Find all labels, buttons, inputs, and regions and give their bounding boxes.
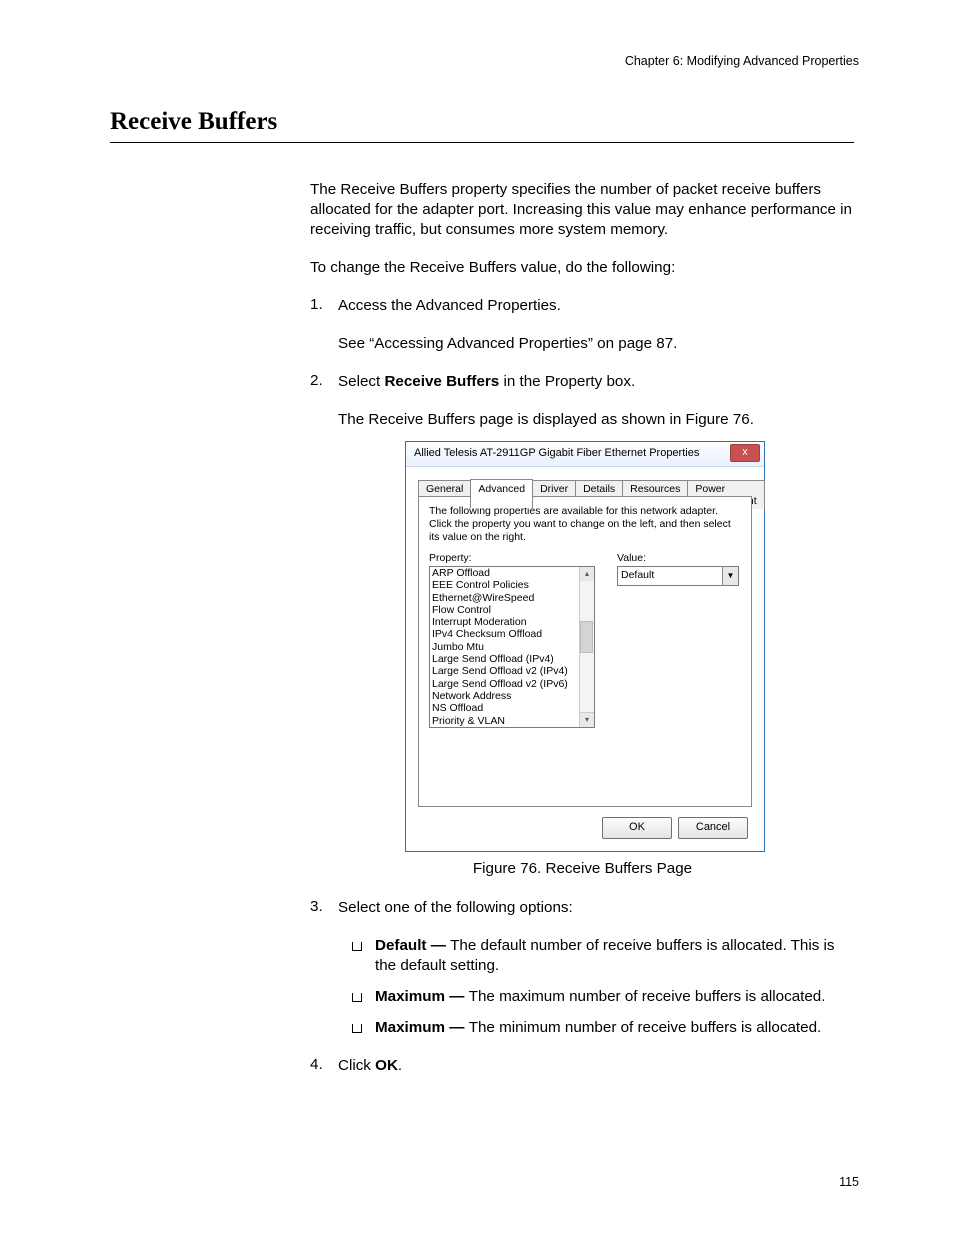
step2-number: 2. (310, 372, 323, 389)
dialog-panel: The following properties are available f… (418, 496, 752, 807)
list-item[interactable]: Large Send Offload v2 (IPv4) (430, 665, 594, 677)
list-item[interactable]: Jumbo Mtu (430, 641, 594, 653)
bullet-icon (352, 989, 362, 1006)
bullet-icon (352, 938, 362, 955)
list-item[interactable]: Ethernet@WireSpeed (430, 592, 594, 604)
dialog-title: Allied Telesis AT-2911GP Gigabit Fiber E… (414, 447, 699, 459)
value-text: Default (621, 569, 654, 581)
step4-text: Click OK. (338, 1056, 855, 1076)
steps-intro: To change the Receive Buffers value, do … (310, 258, 855, 278)
step1-number: 1. (310, 296, 323, 313)
step3-number: 3. (310, 898, 323, 915)
chapter-header: Chapter 6: Modifying Advanced Properties (625, 54, 859, 68)
intro-paragraph: The Receive Buffers property specifies t… (310, 180, 855, 240)
list-item[interactable]: Flow Control (430, 604, 594, 616)
list-item[interactable]: Priority & VLAN (430, 715, 594, 727)
step4-number: 4. (310, 1056, 323, 1073)
option-maximum: Maximum — The maximum number of receive … (375, 987, 855, 1007)
option-minimum: Maximum — The minimum number of receive … (375, 1018, 855, 1038)
list-item[interactable]: Interrupt Moderation (430, 616, 594, 628)
section-rule (110, 142, 854, 143)
cancel-button[interactable]: Cancel (678, 817, 748, 839)
list-item[interactable]: ARP Offload (430, 567, 594, 579)
property-listbox[interactable]: ARP OffloadEEE Control PoliciesEthernet@… (429, 566, 595, 728)
scroll-down-button[interactable]: ▾ (579, 712, 594, 727)
list-item[interactable]: EEE Control Policies (430, 579, 594, 591)
properties-dialog: Allied Telesis AT-2911GP Gigabit Fiber E… (405, 441, 765, 852)
page-number: 115 (839, 1175, 859, 1189)
step1-text: Access the Advanced Properties. (338, 296, 855, 316)
list-item[interactable]: Large Send Offload v2 (IPv6) (430, 678, 594, 690)
bullet-icon (352, 1020, 362, 1037)
ok-button[interactable]: OK (602, 817, 672, 839)
close-button[interactable]: x (730, 444, 760, 462)
scroll-track[interactable] (579, 581, 594, 713)
list-item[interactable]: IPv4 Checksum Offload (430, 628, 594, 640)
figure-caption: Figure 76. Receive Buffers Page (310, 860, 855, 877)
list-item[interactable]: Large Send Offload (IPv4) (430, 653, 594, 665)
value-combobox[interactable]: Default ▼ (617, 566, 739, 586)
section-title: Receive Buffers (110, 108, 277, 136)
step2-text: Select Receive Buffers in the Property b… (338, 372, 855, 392)
list-item[interactable]: NS Offload (430, 702, 594, 714)
option-default: Default — The default number of receive … (375, 936, 855, 976)
scroll-thumb[interactable] (580, 621, 593, 653)
chevron-down-icon[interactable]: ▼ (722, 567, 738, 585)
step1-sub: See “Accessing Advanced Properties” on p… (338, 334, 855, 354)
scroll-up-button[interactable]: ▴ (579, 567, 594, 582)
value-label: Value: (617, 552, 646, 564)
list-item[interactable]: Receive Buffers (430, 727, 594, 728)
property-label: Property: (429, 552, 472, 564)
tab-advanced[interactable]: Advanced (470, 479, 533, 508)
dialog-description: The following properties are available f… (429, 505, 741, 544)
step2-sub: The Receive Buffers page is displayed as… (338, 410, 855, 430)
step3-text: Select one of the following options: (338, 898, 855, 918)
dialog-titlebar: Allied Telesis AT-2911GP Gigabit Fiber E… (406, 442, 764, 467)
list-item[interactable]: Network Address (430, 690, 594, 702)
